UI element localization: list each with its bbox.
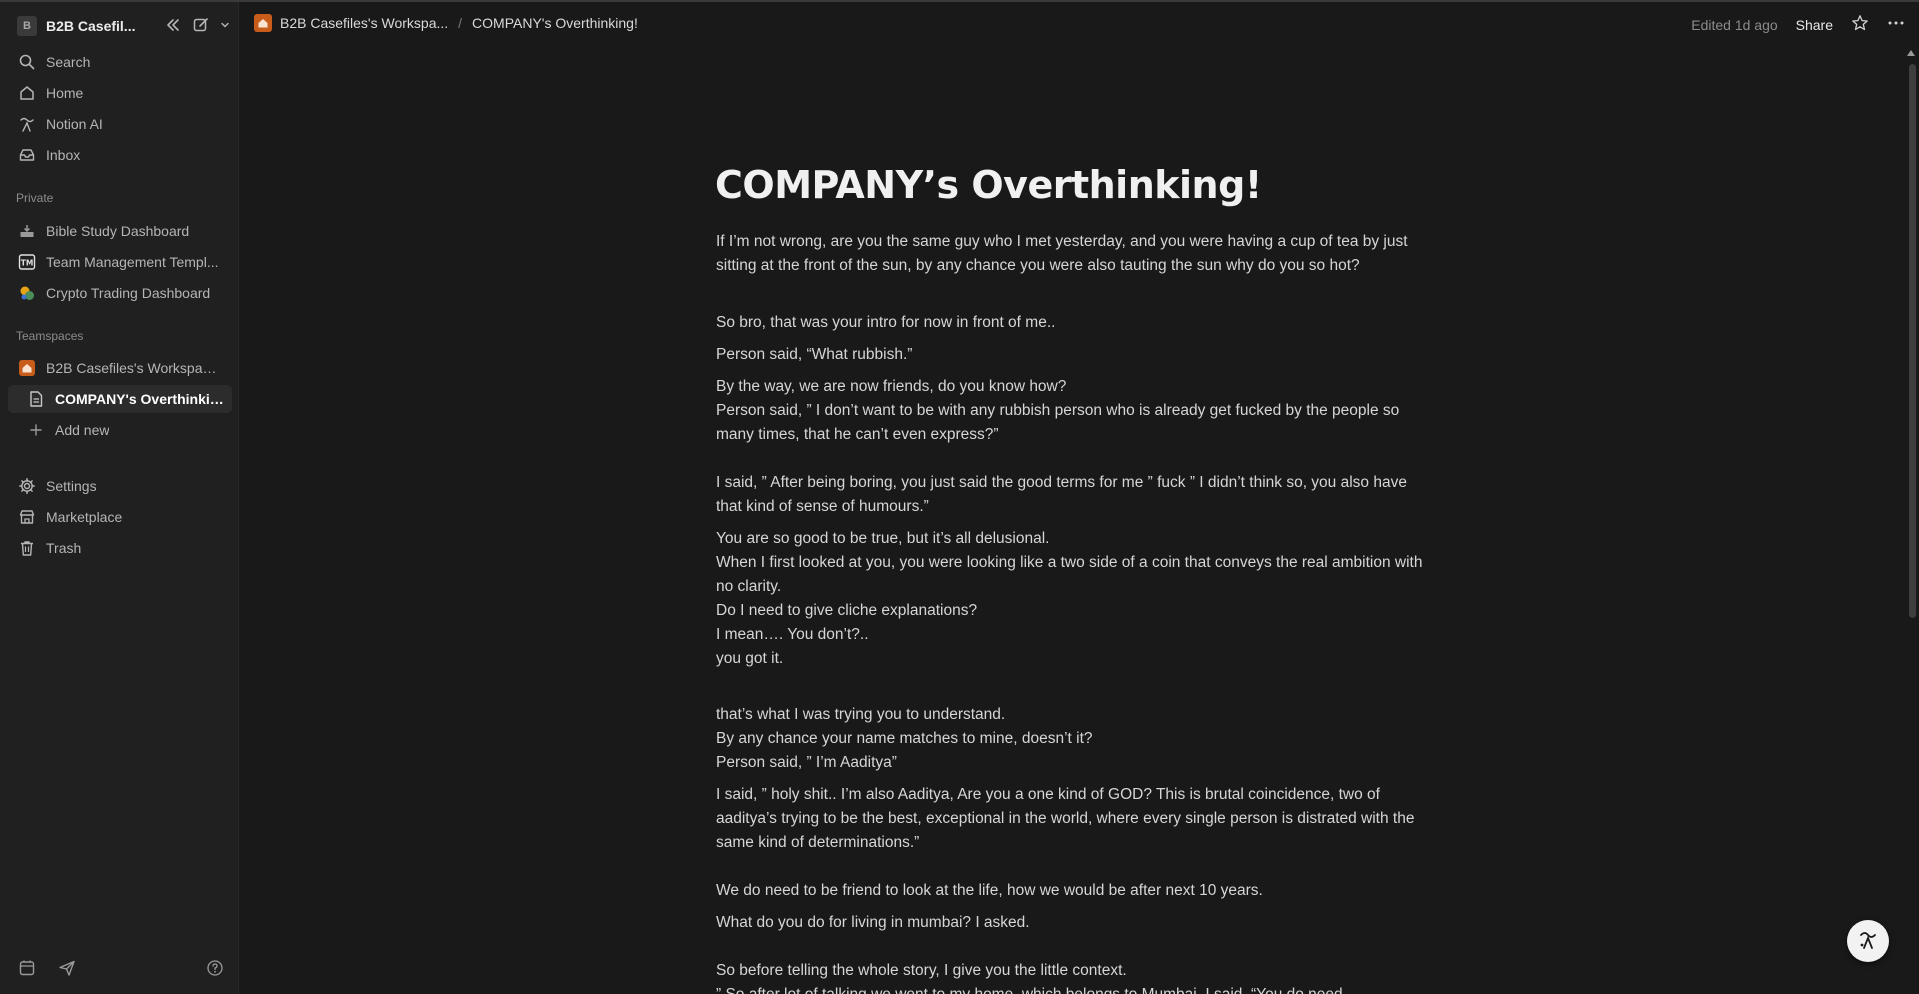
text-block[interactable]: ” So after lot of talking we went to my …: [716, 983, 1436, 994]
sidebar-item-add-new[interactable]: Add new: [8, 416, 232, 444]
workspace-switcher[interactable]: B B2B Casefil...: [8, 13, 232, 39]
text-block[interactable]: I mean…. You don’t?..: [716, 623, 1436, 647]
text-block[interactable]: So bro, that was your intro for now in f…: [716, 311, 1436, 335]
house-icon: [16, 357, 38, 379]
sidebar-item-label: B2B Casefiles's Workspac...: [46, 360, 221, 376]
sidebar-item-trash[interactable]: Trash: [8, 534, 232, 562]
sidebar-item-crypto-trading[interactable]: Crypto Trading Dashboard: [8, 279, 232, 307]
sidebar-item-label: Crypto Trading Dashboard: [46, 285, 211, 301]
sidebar-item-label: Search: [46, 54, 91, 70]
scroll-up-arrow[interactable]: [1907, 50, 1915, 56]
scrollbar-thumb[interactable]: [1909, 64, 1916, 618]
tm-icon: TM: [16, 251, 38, 273]
crypto-icon: [16, 282, 38, 304]
text-block[interactable]: that’s what I was trying you to understa…: [716, 703, 1436, 727]
teamspaces-section-label: Teamspaces: [16, 329, 84, 343]
breadcrumb-workspace[interactable]: B2B Casefiles's Workspa...: [280, 15, 448, 31]
inbox-icon: [16, 144, 38, 166]
text-block[interactable]: By the way, we are now friends, do you k…: [716, 375, 1436, 399]
sidebar-item-notion-ai[interactable]: Notion AI: [8, 110, 232, 138]
sidebar-item-bible-study[interactable]: Bible Study Dashboard: [8, 217, 232, 245]
plus-icon: [25, 419, 47, 441]
chevron-down-icon[interactable]: [220, 20, 230, 30]
sidebar-item-marketplace[interactable]: Marketplace: [8, 503, 232, 531]
sidebar-item-settings[interactable]: Settings: [8, 472, 232, 500]
text-block[interactable]: I said, ” holy shit.. I’m also Aaditya, …: [716, 783, 1436, 855]
send-icon[interactable]: [58, 959, 76, 980]
tray-icon: [16, 220, 38, 242]
sidebar-item-inbox[interactable]: Inbox: [8, 141, 232, 169]
home-icon: [16, 82, 38, 104]
sidebar-item-label: COMPANY's Overthinking!: [55, 391, 230, 407]
sidebar-item-label: Add new: [55, 422, 110, 438]
sidebar-item-label: Inbox: [46, 147, 81, 163]
sidebar-item-label: Notion AI: [46, 116, 103, 132]
share-button[interactable]: Share: [1796, 17, 1833, 33]
more-options-icon[interactable]: [1887, 14, 1905, 35]
sidebar-item-workspace[interactable]: B2B Casefiles's Workspac...: [8, 354, 232, 382]
text-block[interactable]: You are so good to be true, but it’s all…: [716, 527, 1436, 551]
sidebar-item-label: Marketplace: [46, 509, 123, 525]
sidebar-item-search[interactable]: Search: [8, 48, 232, 76]
private-section-label: Private: [16, 191, 54, 205]
workspace-avatar: B: [17, 16, 37, 36]
marketplace-icon: [16, 506, 38, 528]
sidebar-item-current-page[interactable]: COMPANY's Overthinking!: [8, 385, 232, 413]
page-icon: [25, 388, 47, 410]
text-block[interactable]: I said, ” After being boring, you just s…: [716, 471, 1436, 519]
new-page-icon[interactable]: [192, 16, 210, 34]
edited-timestamp: Edited 1d ago: [1691, 16, 1778, 33]
sidebar-item-label: Team Management Templ...: [46, 254, 219, 270]
text-block[interactable]: Person said, ” I don’t want to be with a…: [716, 399, 1436, 447]
text-block[interactable]: When I first looked at you, you were loo…: [716, 551, 1436, 599]
workspace-name: B2B Casefil...: [46, 18, 136, 34]
breadcrumb-page[interactable]: COMPANY's Overthinking!: [472, 15, 638, 31]
house-icon[interactable]: [254, 14, 272, 32]
sidebar: B B2B Casefil... Search Home Notion AI I…: [0, 2, 239, 994]
gear-icon: [16, 475, 38, 497]
sidebar-item-label: Bible Study Dashboard: [46, 223, 190, 239]
page-content: COMPANY’s Overthinking! If I’m not wrong…: [715, 158, 1436, 994]
page-title[interactable]: COMPANY’s Overthinking!: [715, 158, 1436, 212]
sidebar-item-label: Trash: [46, 540, 82, 556]
text-block[interactable]: What do you do for living in mumbai? I a…: [716, 911, 1436, 935]
trash-icon: [16, 537, 38, 559]
star-icon[interactable]: [1851, 14, 1869, 35]
text-block[interactable]: We do need to be friend to look at the l…: [716, 879, 1436, 903]
breadcrumb-separator: /: [458, 15, 463, 31]
svg-text:TM: TM: [21, 259, 34, 268]
sidebar-item-label: Settings: [46, 478, 97, 494]
text-block[interactable]: Do I need to give cliche explanations?: [716, 599, 1436, 623]
text-block[interactable]: Person said, ” I’m Aaditya”: [716, 751, 1436, 775]
sidebar-item-home[interactable]: Home: [8, 79, 232, 107]
text-block[interactable]: you got it.: [716, 647, 1436, 671]
text-block[interactable]: If I’m not wrong, are you the same guy w…: [716, 230, 1436, 278]
sidebar-item-label: Home: [46, 85, 84, 101]
search-icon: [16, 51, 38, 73]
notion-ai-icon: [1856, 928, 1880, 955]
breadcrumb: B2B Casefiles's Workspa... / COMPANY's O…: [254, 14, 638, 32]
calendar-icon[interactable]: [18, 959, 36, 980]
sidebar-item-team-management[interactable]: TM Team Management Templ...: [8, 248, 232, 276]
text-block[interactable]: Person said, “What rubbish.”: [716, 343, 1436, 367]
top-bar: B2B Casefiles's Workspa... / COMPANY's O…: [240, 2, 1919, 46]
notion-ai-button[interactable]: [1847, 920, 1889, 962]
text-block[interactable]: By any chance your name matches to mine,…: [716, 727, 1436, 751]
notion-ai-icon: [16, 113, 38, 135]
collapse-sidebar-icon[interactable]: [164, 16, 182, 34]
text-block[interactable]: So before telling the whole story, I giv…: [716, 959, 1436, 983]
help-icon[interactable]: [206, 959, 224, 980]
